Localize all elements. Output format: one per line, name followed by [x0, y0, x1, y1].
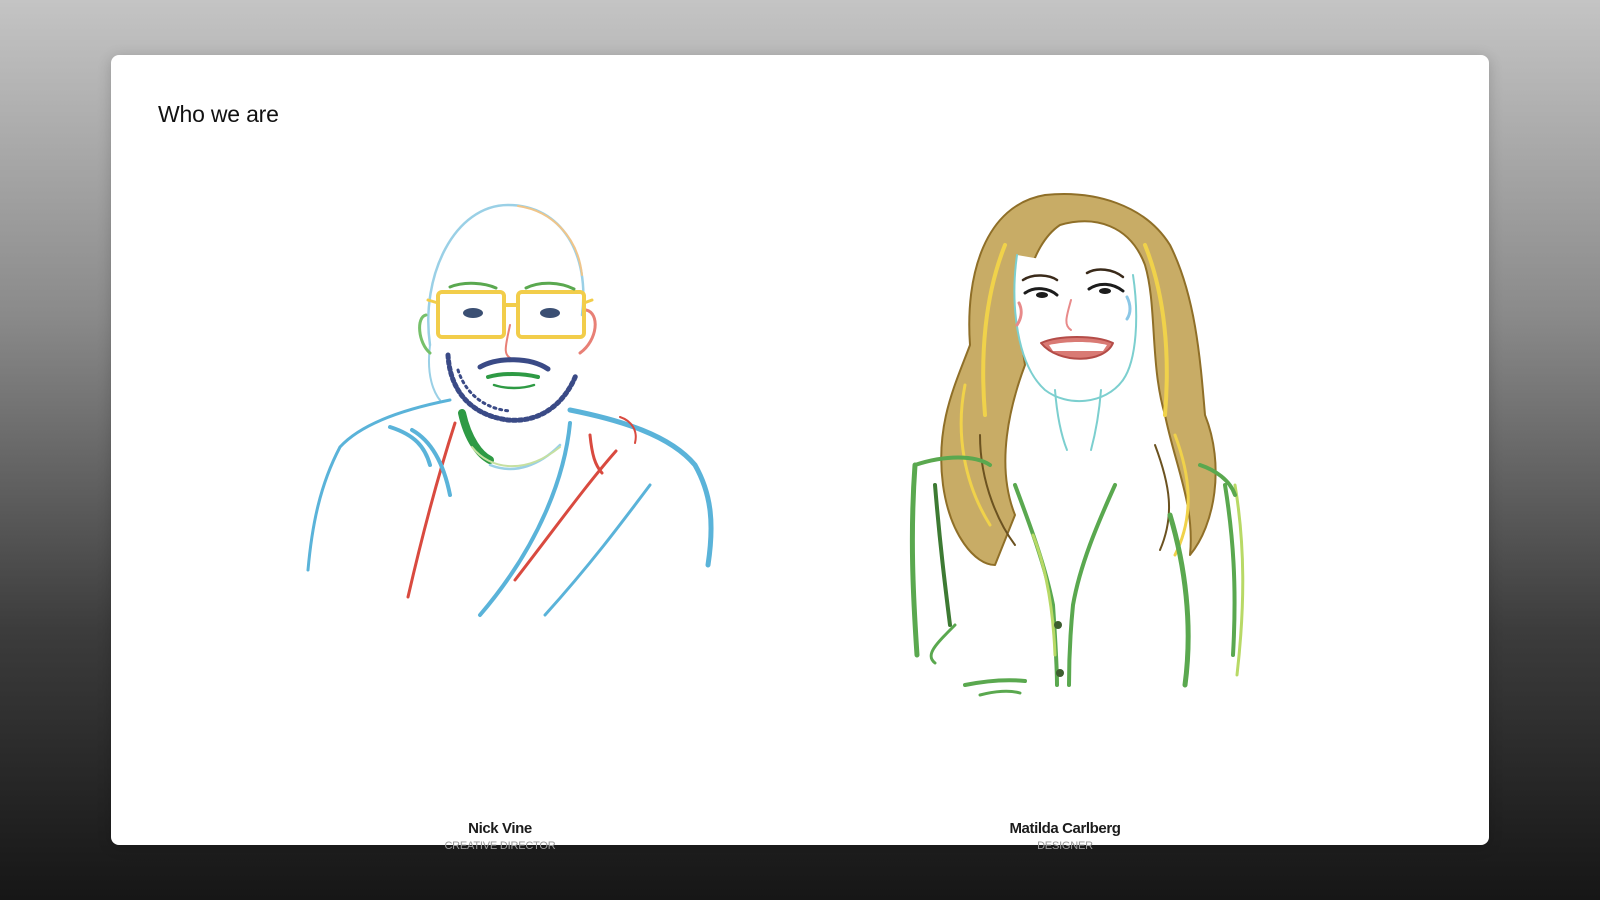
section-title: Who we are: [158, 101, 279, 127]
portrait-illustration-nick-vine: [306, 203, 714, 617]
team-card: Who we are Nick Vine CREATIVE DIRECTOR M…: [111, 55, 1489, 852]
member-role: CREATIVE DIRECTOR: [444, 840, 556, 852]
member-name: Matilda Carlberg: [1009, 820, 1121, 837]
portrait-illustration-matilda-carlberg: [909, 193, 1245, 697]
member-role: DESIGNER: [1037, 840, 1093, 852]
team-member-nick-vine: Nick Vine CREATIVE DIRECTOR: [240, 185, 760, 852]
team-member-matilda-carlberg: Matilda Carlberg DESIGNER: [805, 185, 1325, 852]
member-name: Nick Vine: [468, 820, 532, 837]
